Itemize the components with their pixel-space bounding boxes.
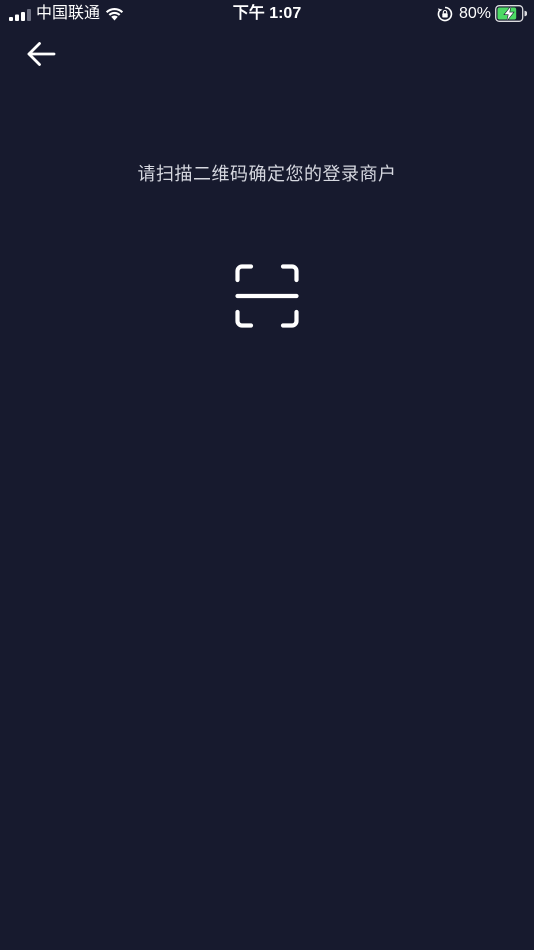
- scan-qr-button[interactable]: [232, 261, 302, 331]
- rotation-lock-icon: [437, 6, 453, 22]
- screen: 中国联通 下午 1:07 80% 请扫描二维码确定您的登录商户: [0, 0, 534, 950]
- arrow-left-icon: [27, 42, 56, 66]
- status-time: 下午 1:07: [232, 5, 302, 22]
- status-bar: 中国联通 下午 1:07 80%: [0, 0, 534, 28]
- scan-instruction-text: 请扫描二维码确定您的登录商户: [137, 164, 397, 184]
- battery-percent: 80%: [459, 5, 492, 22]
- back-button[interactable]: [20, 36, 62, 72]
- scan-qr-icon: [235, 264, 299, 328]
- battery-charging-icon: [495, 5, 527, 22]
